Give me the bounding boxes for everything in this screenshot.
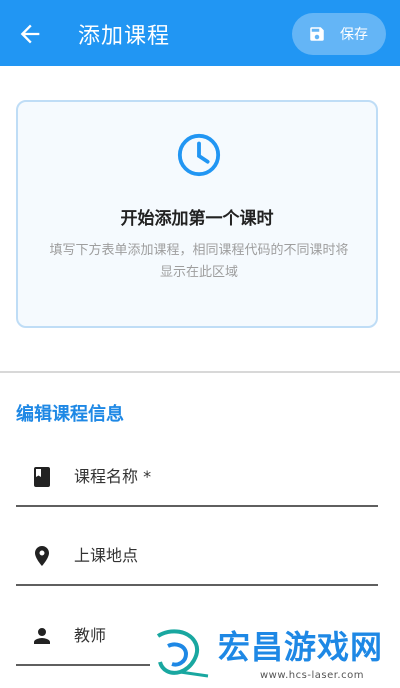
section-divider [0,371,400,373]
watermark-text: 宏昌游戏网 [218,628,384,666]
empty-state-title: 开始添加第一个课时 [120,209,274,229]
teacher-field[interactable]: 教师 [16,608,150,666]
clock-icon [177,133,221,177]
save-button[interactable]: 保存 [292,13,386,55]
teacher-label: 教师 [74,626,107,645]
back-arrow-icon[interactable] [16,20,44,48]
app-bar: 添加课程 保存 [0,0,400,66]
watermark-url: www.hcs-laser.com [260,670,364,681]
save-button-label: 保存 [340,27,368,43]
course-name-label: 课程名称 * [74,467,152,486]
floppy-disk-icon [310,27,324,41]
course-name-field[interactable]: 课程名称 * [16,449,378,507]
location-field[interactable]: 上课地点 [16,528,378,586]
watermark-logo-icon [156,629,209,678]
person-icon [34,628,50,644]
book-icon [34,467,50,487]
empty-state-card: 开始添加第一个课时 填写下方表单添加课程，相同课程代码的不同课时将显示在此区域 [16,100,378,328]
empty-state-description: 填写下方表单添加课程，相同课程代码的不同课时将显示在此区域 [49,243,349,280]
location-pin-icon [35,546,49,566]
location-label: 上课地点 [74,546,139,565]
page-title: 添加课程 [78,24,171,49]
watermark: 宏昌游戏网 www.hcs-laser.com [150,622,400,688]
section-title: 编辑课程信息 [16,404,124,425]
